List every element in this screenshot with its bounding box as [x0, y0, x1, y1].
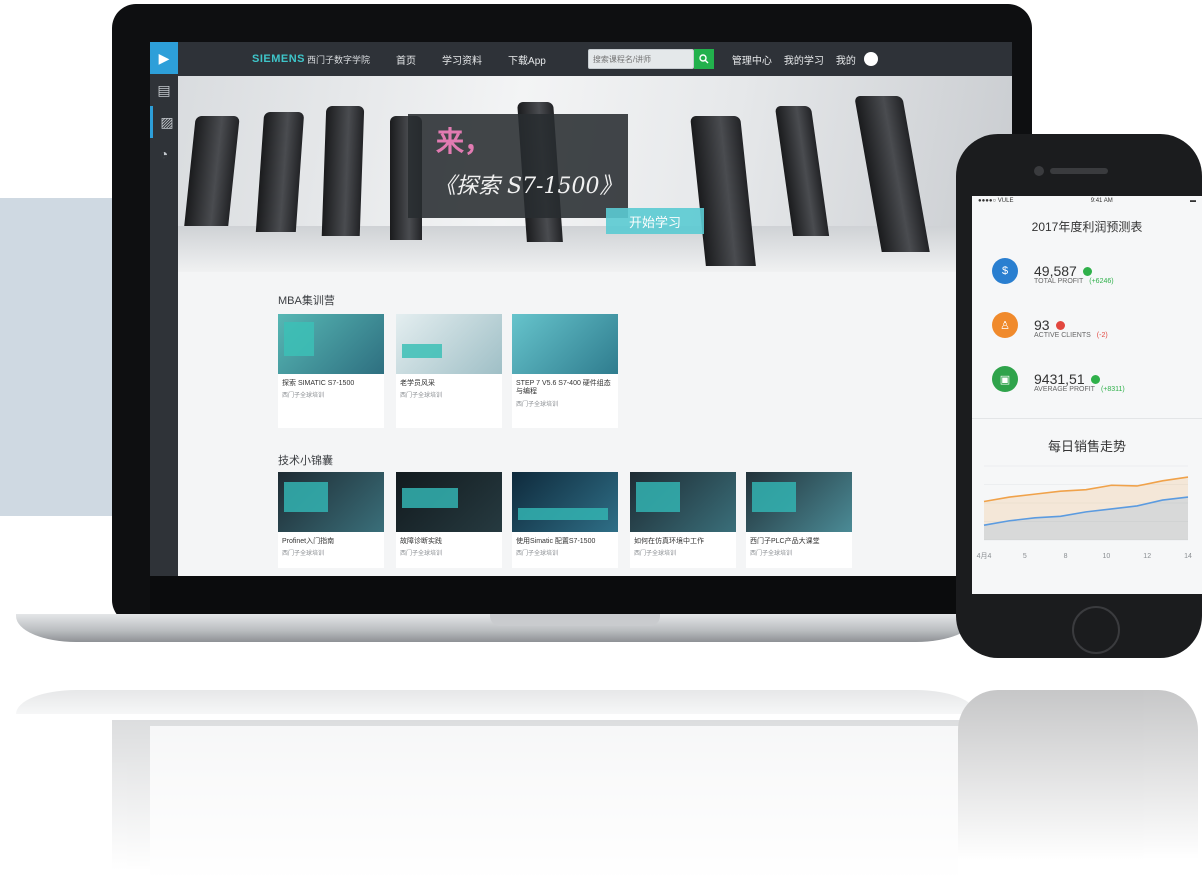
course-thumbnail [278, 314, 384, 374]
brand-logo[interactable]: SIEMENS [252, 53, 305, 65]
course-title: 故障诊断实践 [400, 538, 442, 545]
x-tick-label: 10 [1103, 553, 1111, 560]
course-provider: 西门子全球培训 [400, 393, 443, 400]
course-provider: 西门子全球培训 [516, 401, 559, 408]
search-button[interactable] [693, 49, 714, 69]
course-title: STEP 7 V5.6 S7-400 硬件组态与编程 [516, 380, 611, 396]
phone-camera [1034, 166, 1044, 176]
course-thumbnail [396, 472, 502, 532]
search-icon [699, 54, 709, 64]
stat-label: AVERAGE PROFIT [1034, 386, 1095, 393]
dashboard-icon[interactable]: ◔ [150, 138, 178, 170]
x-tick-label: 5 [1023, 553, 1027, 560]
stat-value: 9431,51 [1034, 371, 1085, 387]
phone-screen: ●●●●○ VULE 9:41 AM ▬ 2017年度利润预测表 $ 49,58… [972, 196, 1202, 594]
section-title-tips: 技术小锦囊 [278, 455, 333, 467]
banner-text-box: 来， 《探索 S7-1500》 [408, 114, 628, 218]
avatar[interactable] [863, 52, 878, 66]
course-thumbnail [630, 472, 736, 532]
document-icon[interactable]: ▤ [150, 74, 178, 106]
trend-up-icon [1082, 266, 1092, 276]
signal-carrier: ●●●●○ VULE [978, 198, 1014, 204]
course-card[interactable]: 老学员风采 西门子全球培训 [396, 314, 502, 428]
course-card[interactable]: 西门子PLC产品大课堂 西门子全球培训 [746, 472, 852, 568]
section-title-mba: MBA集训营 [278, 295, 335, 307]
course-thumbnail [396, 314, 502, 374]
phone-speaker [1050, 168, 1108, 174]
stat-value: 93 [1034, 317, 1050, 333]
course-title: 老学员风采 [400, 380, 435, 387]
course-provider: 西门子全球培训 [516, 551, 559, 558]
brand-subtitle: 西门子数字学院 [307, 54, 371, 65]
chart-title: 每日销售走势 [1047, 439, 1126, 454]
course-title: 西门子PLC产品大课堂 [750, 538, 820, 545]
x-tick-label: 8 [1064, 553, 1068, 560]
banner-course-title: 《探索 S7-1500》 [434, 174, 622, 199]
stat-delta: (+6246) [1089, 278, 1114, 285]
search-box [587, 49, 694, 69]
course-title: 探索 SIMATIC S7-1500 [282, 380, 355, 387]
nav-home[interactable]: 首页 [396, 52, 416, 67]
dollar-icon: $ [992, 258, 1018, 284]
course-provider: 西门子全球培训 [634, 551, 677, 558]
app-sidebar: ▶ ▤ ▨ ◔ [150, 42, 178, 576]
wallet-icon: ▣ [992, 366, 1018, 392]
mobile-page-title: 2017年度利润预测表 [1031, 220, 1143, 234]
top-nav: SIEMENS 西门子数字学院 首页 学习资料 下载App 管理中心 我的学习 … [178, 42, 1012, 76]
phone-home-button[interactable] [1072, 606, 1120, 654]
stat-total-profit: $ 49,587 TOTAL PROFIT (+6246) [992, 258, 1114, 285]
stat-delta: (-2) [1096, 332, 1108, 339]
stat-label: ACTIVE CLIENTS [1034, 332, 1091, 339]
course-card[interactable]: 探索 SIMATIC S7-1500 西门子全球培训 [278, 314, 384, 428]
laptop-screen: ▶ ▤ ▨ ◔ SIEMENS 西门子数字学院 首页 学习资料 下载App 管理… [150, 42, 1012, 576]
banner-headline: 来， [436, 125, 493, 158]
course-thumbnail [512, 472, 618, 532]
play-icon[interactable]: ▶ [150, 42, 178, 74]
course-provider: 西门子全球培训 [400, 551, 443, 558]
nav-user[interactable]: 我的 [836, 52, 856, 67]
course-card[interactable]: 如何在仿真环境中工作 西门子全球培训 [630, 472, 736, 568]
status-time: 9:41 AM [1090, 198, 1113, 204]
image-icon[interactable]: ▨ [150, 106, 181, 138]
background-panel [0, 198, 128, 516]
course-title: 使用Simatic 配置S7-1500 [516, 538, 596, 545]
reflection [16, 690, 1202, 878]
course-title: 如何在仿真环境中工作 [634, 538, 704, 545]
sales-trend-chart: 4月4 5 8 10 12 14 [977, 465, 1192, 560]
stat-delta: (+8311) [1100, 386, 1125, 393]
user-icon: ♙ [992, 312, 1018, 338]
stat-label: TOTAL PROFIT [1034, 278, 1084, 285]
stat-value: 49,587 [1034, 263, 1077, 279]
course-provider: 西门子全球培训 [750, 551, 793, 558]
nav-materials[interactable]: 学习资料 [442, 52, 482, 67]
course-thumbnail [746, 472, 852, 532]
course-provider: 西门子全球培训 [282, 393, 325, 400]
search-input[interactable] [588, 53, 691, 65]
course-thumbnail [512, 314, 618, 374]
status-bar: ●●●●○ VULE 9:41 AM ▬ [972, 196, 1202, 210]
stat-active-clients: ♙ 93 ACTIVE CLIENTS (-2) [992, 312, 1108, 339]
course-thumbnail [278, 472, 384, 532]
start-learning-button[interactable]: 开始学习 [606, 208, 704, 234]
course-card[interactable]: STEP 7 V5.6 S7-400 硬件组态与编程 西门子全球培训 [512, 314, 618, 428]
nav-my-learning[interactable]: 我的学习 [784, 52, 824, 67]
course-title: Profinet入门指南 [282, 538, 335, 545]
laptop-notch [490, 614, 660, 626]
course-card[interactable]: 故障诊断实践 西门子全球培训 [396, 472, 502, 568]
course-card[interactable]: 使用Simatic 配置S7-1500 西门子全球培训 [512, 472, 618, 568]
stat-average-profit: ▣ 9431,51 AVERAGE PROFIT (+8311) [992, 366, 1125, 393]
course-provider: 西门子全球培训 [282, 551, 325, 558]
laptop-bezel [150, 576, 1012, 614]
x-tick-label: 14 [1184, 553, 1192, 560]
nav-admin[interactable]: 管理中心 [732, 52, 772, 67]
nav-download-app[interactable]: 下载App [508, 52, 546, 67]
x-tick-label: 4月4 [977, 552, 992, 560]
course-card[interactable]: Profinet入门指南 西门子全球培训 [278, 472, 384, 568]
battery-icon: ▬ [1189, 198, 1196, 204]
hero-banner: 来， 《探索 S7-1500》 开始学习 [178, 76, 1012, 272]
trend-up-icon [1090, 374, 1100, 384]
trend-down-icon [1055, 320, 1065, 330]
x-tick-label: 12 [1143, 553, 1151, 560]
